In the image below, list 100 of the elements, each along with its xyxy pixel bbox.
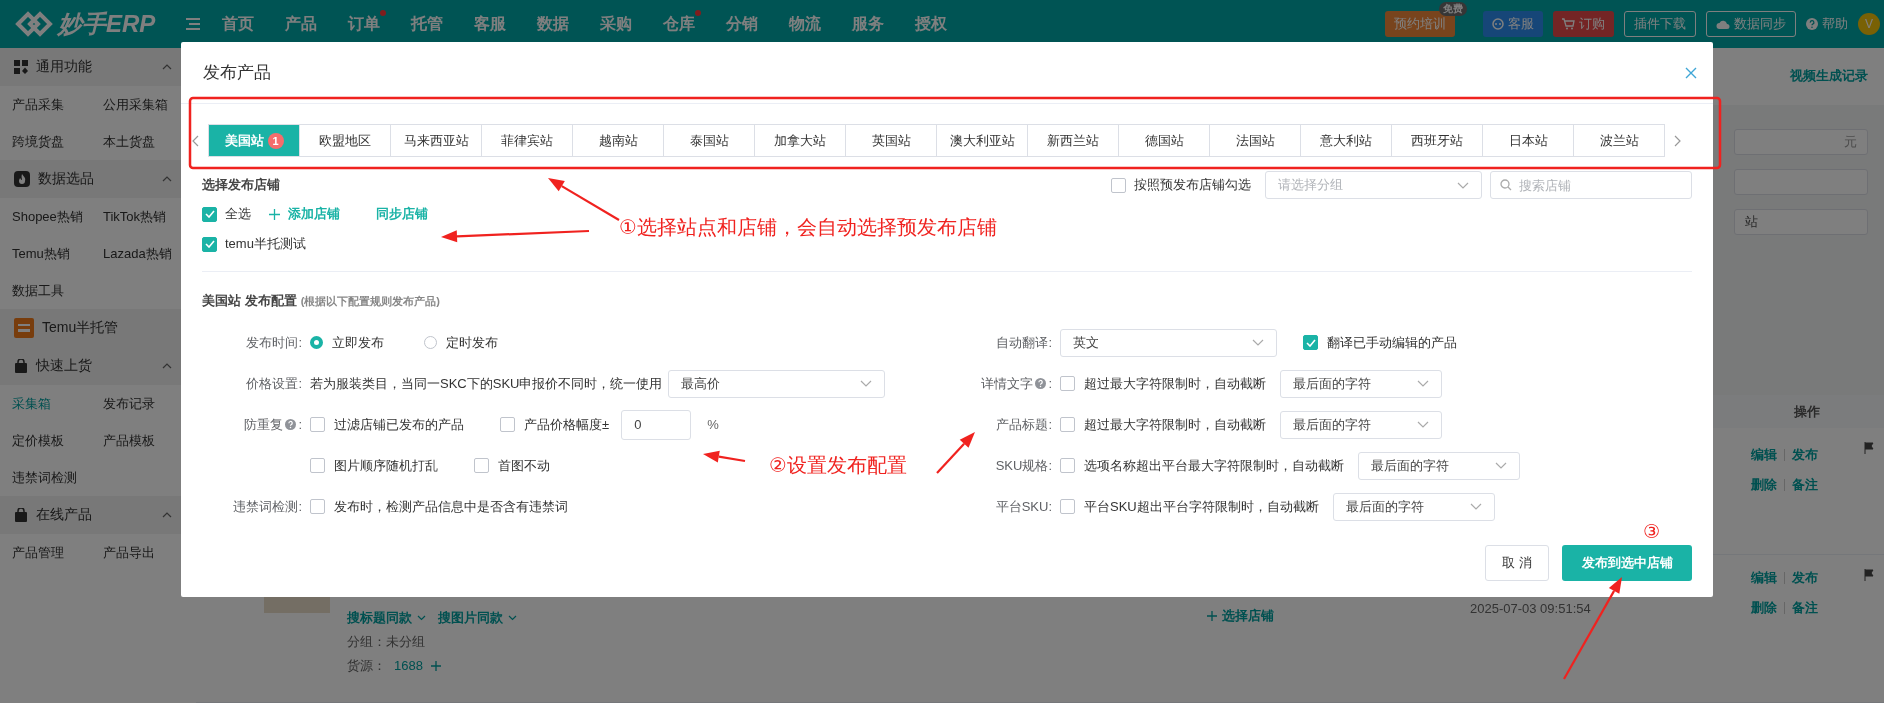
select-store-link[interactable]: 选择店铺 — [1207, 606, 1274, 625]
checkbox[interactable] — [202, 236, 217, 252]
checkbox-label: temu半托测试 — [225, 235, 306, 253]
nav-item[interactable]: 分销 — [726, 13, 789, 35]
scroll-left-icon[interactable] — [192, 134, 200, 147]
checkbox[interactable] — [310, 499, 325, 514]
nav-item[interactable]: 产品 — [285, 13, 348, 35]
flag-icon[interactable] — [1864, 568, 1874, 581]
checkbox-label: 超过最大字符限制时，自动截断 — [1084, 415, 1266, 434]
order-button[interactable]: 订购 — [1553, 11, 1614, 37]
site-tab[interactable]: 美国站 1 — [208, 125, 299, 156]
cancel-button[interactable]: 取 消 — [1485, 545, 1549, 581]
help-icon[interactable] — [1035, 378, 1047, 389]
action-link[interactable]: 删除 — [1751, 476, 1777, 495]
checkbox-label: 首图不动 — [498, 456, 550, 475]
bag-icon — [14, 359, 28, 373]
action-link[interactable]: 备注 — [1792, 598, 1818, 617]
number-field[interactable]: 0 — [621, 409, 692, 440]
nav-item[interactable]: 物流 — [789, 13, 852, 35]
checkbox[interactable] — [500, 417, 515, 432]
nav-item[interactable]: 数据 — [537, 13, 600, 35]
source-link[interactable]: 1688 — [394, 658, 423, 674]
sidebar-item[interactable]: 产品管理 — [12, 534, 103, 571]
nav-item[interactable]: 托管 — [411, 13, 474, 35]
action-link[interactable]: 发布 — [1792, 568, 1818, 587]
field-label: 平台SKU: — [995, 497, 1052, 516]
checkbox[interactable] — [1060, 458, 1075, 473]
section-title: 通用功能 — [36, 58, 93, 76]
timestamp: 2025-07-03 09:51:54 — [1470, 600, 1591, 616]
add-icon[interactable] — [430, 660, 441, 671]
headset-icon — [1492, 18, 1504, 30]
sidebar-item[interactable]: 数据工具 — [12, 272, 103, 309]
checkbox-label: 发布时，检测产品信息中是否含有违禁词 — [334, 497, 568, 516]
close-icon[interactable] — [1685, 66, 1697, 79]
sidebar-item[interactable]: 违禁词检测 — [12, 459, 103, 496]
filter-field[interactable]: 站 — [1734, 208, 1868, 235]
checkbox-label: 过滤店铺已发布的产品 — [334, 415, 464, 434]
sidebar-item[interactable]: 采集箱 — [12, 385, 103, 422]
flag-icon[interactable] — [1864, 442, 1874, 455]
nav-item[interactable]: 授权 — [915, 13, 978, 35]
checkbox[interactable] — [1111, 177, 1126, 193]
dropdown-link[interactable]: 搜标题同款 — [347, 608, 426, 627]
nav-item[interactable]: 订单 — [348, 13, 411, 35]
select-field[interactable]: 最后面的字符 — [1332, 492, 1495, 521]
section-heading: 选择发布店铺 — [202, 176, 280, 194]
action-link[interactable]: 编辑 — [1751, 446, 1777, 465]
help-link[interactable]: 帮助 — [1806, 15, 1848, 33]
data-sync-button[interactable]: 数据同步 — [1706, 11, 1796, 37]
action-link[interactable]: 备注 — [1792, 476, 1818, 495]
checkbox[interactable] — [202, 206, 217, 222]
section-title: 数据选品 — [38, 170, 95, 188]
publish-button[interactable]: 发布到选中店铺 — [1562, 545, 1692, 581]
action-link[interactable]: 发布 — [1792, 446, 1818, 465]
action-link[interactable]: 编辑 — [1751, 568, 1777, 587]
checkbox[interactable] — [310, 417, 325, 432]
video-records-link[interactable]: 视频生成记录 — [1790, 67, 1868, 86]
radio-label: 定时发布 — [446, 333, 498, 352]
checkbox[interactable] — [1060, 376, 1075, 391]
checkbox[interactable] — [310, 458, 325, 473]
grid-icon — [14, 60, 28, 74]
select-field[interactable]: 最后面的字符 — [1280, 410, 1442, 439]
annotation-arrow — [703, 450, 746, 463]
section-title: Temu半托管 — [42, 319, 120, 337]
checkbox-label: 产品价格幅度± — [524, 415, 610, 434]
sidebar-item[interactable]: Shopee热销 — [12, 198, 103, 235]
checkbox[interactable] — [1303, 335, 1318, 350]
select-field[interactable]: 最高价 — [668, 369, 886, 398]
select-field[interactable]: 最后面的字符 — [1280, 369, 1442, 398]
nav-item[interactable]: 客服 — [474, 13, 537, 35]
plugin-download-button[interactable]: 插件下载 — [1624, 11, 1696, 37]
action-link[interactable]: 删除 — [1751, 598, 1777, 617]
annotation-arrow — [548, 178, 620, 221]
help-icon[interactable] — [285, 419, 297, 430]
annotation-arrow — [936, 432, 975, 474]
sidebar-item[interactable]: 产品采集 — [12, 86, 103, 123]
sidebar-item[interactable]: Temu热销 — [12, 235, 103, 272]
dialog-title: 发布产品 — [203, 62, 271, 84]
search-field[interactable]: 搜索店铺 — [1490, 171, 1692, 199]
menu-icon[interactable] — [186, 18, 200, 30]
nav-item[interactable]: 首页 — [222, 13, 285, 35]
nav-item[interactable]: 仓库 — [663, 13, 726, 35]
checkbox[interactable] — [1060, 499, 1075, 514]
group-select[interactable]: 请选择分组 — [1265, 171, 1482, 199]
sidebar-item[interactable]: 定价模板 — [12, 422, 103, 459]
nav-item[interactable]: 采购 — [600, 13, 663, 35]
radio-button[interactable] — [310, 336, 323, 349]
scroll-right-icon[interactable] — [1673, 134, 1681, 147]
add-store-link[interactable]: 添加店铺 — [269, 205, 340, 223]
checkbox[interactable] — [474, 458, 489, 473]
section-title: 快速上货 — [36, 357, 93, 375]
select-field[interactable]: 英文 — [1060, 328, 1277, 357]
sidebar-item[interactable]: 跨境货盘 — [12, 123, 103, 160]
checkbox[interactable] — [1060, 417, 1075, 432]
nav-item[interactable]: 服务 — [852, 13, 915, 35]
dropdown-link[interactable]: 搜图片同款 — [438, 608, 517, 627]
sync-store-link[interactable]: 同步店铺 — [376, 205, 428, 223]
select-field[interactable]: 最后面的字符 — [1358, 451, 1520, 480]
section-title: 在线产品 — [36, 506, 93, 524]
customer-service-button[interactable]: 客服 — [1483, 11, 1543, 37]
chevron-icon — [1495, 462, 1507, 469]
